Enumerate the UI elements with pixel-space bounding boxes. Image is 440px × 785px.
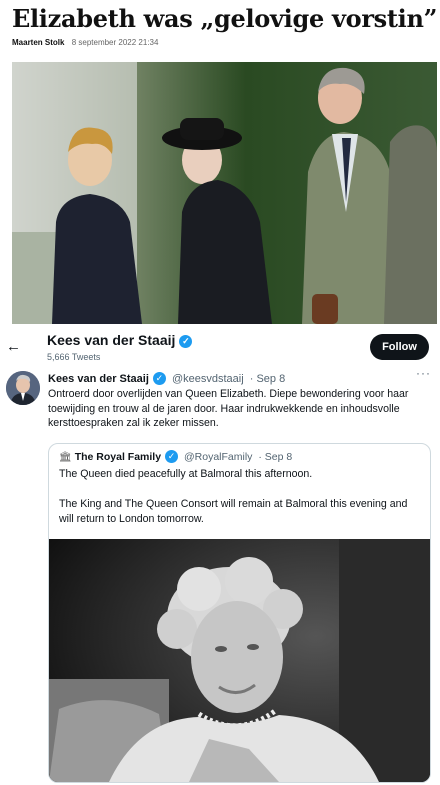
quote-tweet[interactable]: 🏛 The Royal Family ✓ @RoyalFamily · Sep 8 … [48,443,431,783]
quote-handle[interactable]: @RoyalFamily [184,451,252,463]
back-arrow-icon[interactable]: ← [6,338,21,355]
tweet-text: Ontroerd door overlijden van Queen Eliza… [48,388,409,429]
follow-button[interactable]: Follow [370,334,429,360]
tweet-author-name[interactable]: Kees van der Staaij [48,373,149,385]
verified-badge-icon: ✓ [152,372,166,385]
tweet-screenshot: ← Kees van der Staaij ✓ 5,666 Tweets Foll… [0,326,440,785]
tweet-header: Kees van der Staaij ✓ @keesvdstaaij · Sep… [48,372,285,385]
byline: Maarten Stolk 8 september 2022 21:34 [12,38,158,47]
tweet-handle[interactable]: @keesvdstaaij [172,373,244,385]
queen-portrait-image[interactable] [49,539,430,782]
article-photo [12,62,437,324]
verified-badge-icon: ✓ [165,450,179,463]
verified-badge-icon: ✓ [179,335,193,348]
profile-name-text: Kees van der Staaij [47,332,176,348]
more-options-icon[interactable]: ··· [416,366,431,380]
quote-author-name[interactable]: The Royal Family [75,451,161,463]
quote-text-line1: The Queen died peacefully at Balmoral th… [59,468,313,480]
quote-text-line2: The King and The Queen Consort will rema… [59,498,408,525]
tweet-date[interactable]: · Sep 8 [250,373,285,385]
quote-header: 🏛 The Royal Family ✓ @RoyalFamily · Sep 8 [59,450,292,463]
quote-date[interactable]: · Sep 8 [258,451,292,463]
tweet-count: 5,666 Tweets [47,352,101,362]
avatar[interactable] [6,371,40,405]
profile-name: Kees van der Staaij ✓ [47,332,193,348]
article-title: Elizabeth was „gelovige vorstin” [12,4,438,33]
royal-building-icon: 🏛 [59,452,72,463]
article-header: Elizabeth was „gelovige vorstin” Maarten… [0,0,440,326]
article-author[interactable]: Maarten Stolk [12,38,64,47]
article-date: 8 september 2022 21:34 [71,38,159,47]
